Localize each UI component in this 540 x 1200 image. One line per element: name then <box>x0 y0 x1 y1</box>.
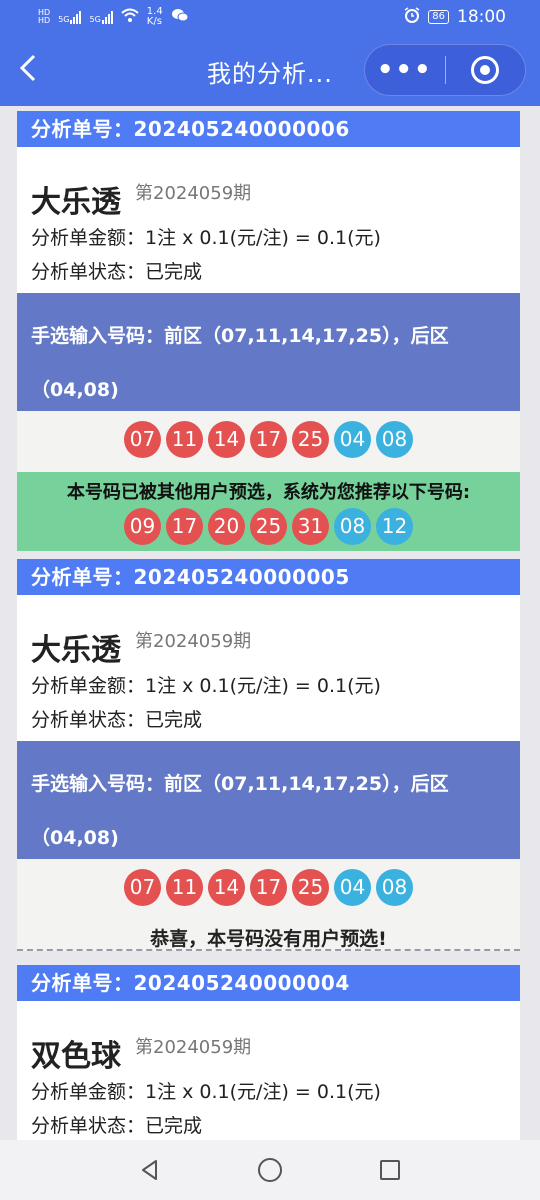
recommend-ball: 31 <box>292 508 329 545</box>
lottery-period: 第2024059期 <box>135 183 252 204</box>
recommend-ball: 09 <box>124 508 161 545</box>
alarm-icon <box>404 7 420 27</box>
square-recents-icon <box>380 1160 400 1180</box>
ball-row: 07 11 14 17 25 04 08 <box>17 421 520 458</box>
recents-nav-button[interactable] <box>360 1140 420 1200</box>
number-ball: 07 <box>124 869 161 906</box>
manual-numbers-line-1: 手选输入号码：前区（07,11,14,17,25），后区 <box>31 325 449 347</box>
order-card[interactable]: 分析单号：202405240000006 大乐透 第2024059期 分析单金额… <box>17 111 520 551</box>
number-ball: 04 <box>334 869 371 906</box>
number-ball: 08 <box>376 421 413 458</box>
circle-home-icon <box>258 1158 282 1182</box>
wifi-icon <box>121 8 139 26</box>
more-button[interactable]: ••• <box>365 44 445 96</box>
order-number: 分析单号：202405240000005 <box>17 559 520 595</box>
lottery-name: 双色球 <box>31 1039 121 1074</box>
back-nav-button[interactable] <box>120 1140 180 1200</box>
number-ball: 08 <box>376 869 413 906</box>
close-miniprogram-button[interactable] <box>446 56 526 84</box>
number-ball: 11 <box>166 869 203 906</box>
recommend-panel: 本号码已被其他用户预选，系统为您推荐以下号码: 09 17 20 25 31 0… <box>17 472 520 551</box>
chevron-left-icon <box>19 54 36 82</box>
manual-numbers: 手选输入号码：前区（07,11,14,17,25），后区 （04,08) <box>17 293 520 411</box>
clock: 18:00 <box>457 7 506 27</box>
number-ball: 11 <box>166 421 203 458</box>
order-amount: 分析单金额：1注 x 0.1(元/注) = 0.1(元) <box>31 227 381 249</box>
number-ball: 25 <box>292 421 329 458</box>
hd-badges: HD HD <box>38 9 50 25</box>
order-status: 分析单状态：已完成 <box>31 709 203 731</box>
lottery-name: 大乐透 <box>31 185 121 220</box>
number-ball: 17 <box>250 421 287 458</box>
recommend-text: 本号码已被其他用户预选，系统为您推荐以下号码: <box>66 482 471 503</box>
recommend-ball: 12 <box>376 508 413 545</box>
signal-icon-1: 5G <box>58 10 82 24</box>
number-ball: 14 <box>208 869 245 906</box>
nav-bar: 我的分析... ••• <box>0 34 540 106</box>
lottery-name: 大乐透 <box>31 633 121 668</box>
manual-numbers-line-1: 手选输入号码：前区（07,11,14,17,25），后区 <box>31 773 449 795</box>
order-status: 分析单状态：已完成 <box>31 1115 203 1137</box>
balls-area: 07 11 14 17 25 04 08 恭喜，本号码没有用户预选! <box>17 859 520 951</box>
number-ball: 25 <box>292 869 329 906</box>
signal-icon-2: 5G <box>89 10 113 24</box>
order-card[interactable]: 分析单号：202405240000004 双色球 第2024059期 分析单金额… <box>17 965 520 1140</box>
order-amount: 分析单金额：1注 x 0.1(元/注) = 0.1(元) <box>31 675 381 697</box>
battery-icon: 86 <box>428 10 449 24</box>
page-title: 我的分析... <box>207 60 333 88</box>
recommend-ball: 17 <box>166 508 203 545</box>
miniprogram-capsule: ••• <box>364 44 526 96</box>
number-ball: 07 <box>124 421 161 458</box>
ball-row: 07 11 14 17 25 04 08 <box>17 869 520 906</box>
top-bar: HD HD 5G 5G 1.4 K/s 86 18:00 我的分析... ••• <box>0 0 540 106</box>
number-ball: 17 <box>250 869 287 906</box>
number-ball: 04 <box>334 421 371 458</box>
wechat-icon <box>171 8 189 26</box>
order-card[interactable]: 分析单号：202405240000005 大乐透 第2024059期 分析单金额… <box>17 559 520 951</box>
system-nav-bar <box>0 1140 540 1200</box>
status-bar: HD HD 5G 5G 1.4 K/s 86 18:00 <box>0 0 540 34</box>
order-number: 分析单号：202405240000004 <box>17 965 520 1001</box>
lottery-period: 第2024059期 <box>135 631 252 652</box>
order-amount: 分析单金额：1注 x 0.1(元/注) = 0.1(元) <box>31 1081 381 1103</box>
lottery-period: 第2024059期 <box>135 1037 252 1058</box>
manual-numbers: 手选输入号码：前区（07,11,14,17,25），后区 （04,08) <box>17 741 520 859</box>
recommend-ball: 08 <box>334 508 371 545</box>
back-button[interactable] <box>16 48 52 88</box>
congrats-message: 恭喜，本号码没有用户预选! <box>150 928 387 950</box>
manual-numbers-line-2: （04,08) <box>31 827 119 849</box>
network-speed: 1.4 K/s <box>146 6 163 27</box>
hd-badge-2: HD <box>38 16 51 25</box>
recommend-ball-row: 09 17 20 25 31 08 12 <box>17 508 520 545</box>
home-nav-button[interactable] <box>240 1140 300 1200</box>
order-list[interactable]: 分析单号：202405240000006 大乐透 第2024059期 分析单金额… <box>0 106 540 1140</box>
manual-numbers-line-2: （04,08) <box>31 379 119 401</box>
target-icon <box>471 56 500 84</box>
recommend-ball: 25 <box>250 508 287 545</box>
recommend-ball: 20 <box>208 508 245 545</box>
order-number: 分析单号：202405240000006 <box>17 111 520 147</box>
order-status: 分析单状态：已完成 <box>31 261 203 283</box>
balls-area: 07 11 14 17 25 04 08 本号码已被其他用户预选，系统为您推荐以… <box>17 411 520 551</box>
triangle-back-icon <box>142 1160 157 1180</box>
number-ball: 14 <box>208 421 245 458</box>
